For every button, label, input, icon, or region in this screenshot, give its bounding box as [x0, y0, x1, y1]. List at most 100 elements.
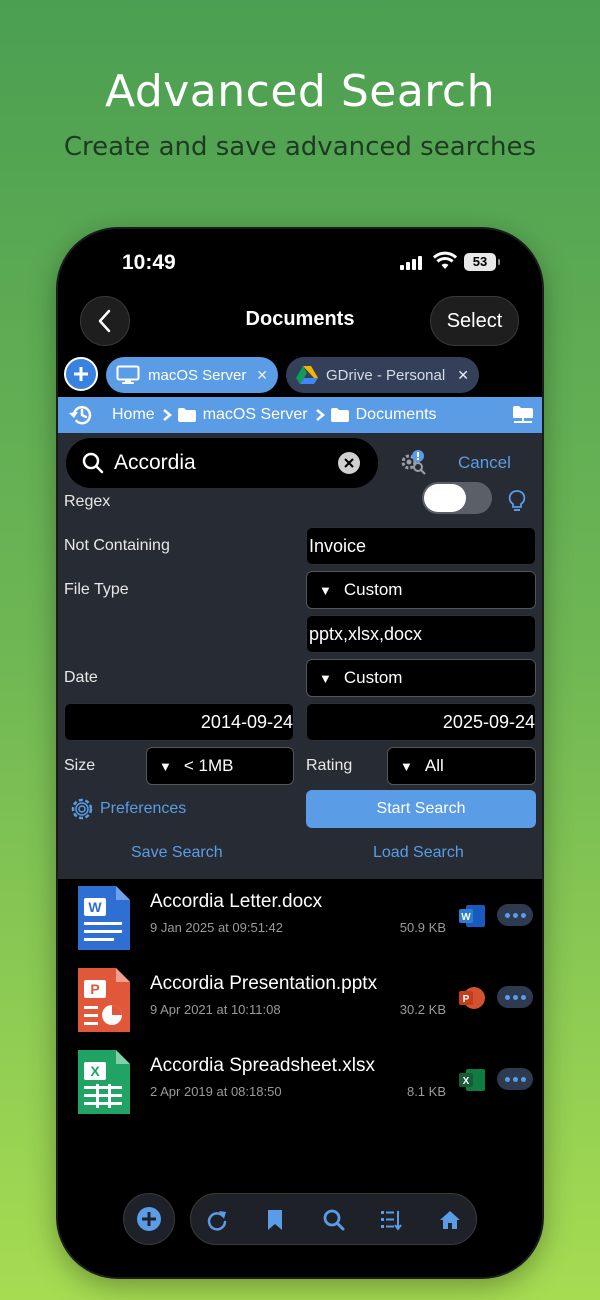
svg-text:P: P	[90, 981, 99, 997]
rating-value: All	[424, 756, 444, 775]
file-extensions-field[interactable]: pptx,xlsx,docx	[306, 615, 536, 653]
svg-text:W: W	[88, 899, 102, 915]
size-label: Size	[64, 757, 96, 774]
list-item[interactable]: P Accordia Presentation.pptx 9 Apr 2021 …	[58, 961, 542, 1043]
clear-search-button[interactable]	[338, 452, 360, 474]
add-button[interactable]	[123, 1193, 175, 1245]
start-search-button[interactable]: Start Search	[306, 790, 536, 828]
not-containing-label: Not Containing	[64, 537, 170, 554]
search-query: Accordia	[114, 451, 196, 474]
promo-title: Advanced Search	[105, 66, 495, 117]
plus-icon	[137, 1207, 161, 1231]
rating-select[interactable]: ▼ All	[387, 747, 536, 785]
more-options-button[interactable]	[497, 904, 533, 926]
select-button[interactable]: Select	[430, 296, 519, 346]
size-select[interactable]: ▼ < 1MB	[146, 747, 294, 785]
close-tab-icon[interactable]: ✕	[256, 367, 268, 384]
breadcrumb-documents[interactable]: Documents	[356, 406, 437, 424]
svg-text:X: X	[90, 1063, 100, 1079]
caret-down-icon: ▼	[159, 758, 172, 774]
svg-text:W: W	[461, 912, 471, 923]
not-containing-field[interactable]: Invoice	[306, 527, 536, 565]
google-drive-icon	[296, 366, 318, 384]
date-select[interactable]: ▼ Custom	[306, 659, 536, 697]
tab-label: macOS Server	[148, 366, 247, 384]
history-icon[interactable]	[68, 403, 94, 427]
file-type-select[interactable]: ▼ Custom	[306, 571, 536, 609]
home-icon[interactable]	[438, 1208, 462, 1232]
phone-screen: 10:49 53 Documents Select macOS Server ✕…	[58, 229, 542, 1277]
search-icon	[82, 452, 104, 474]
date-to-field[interactable]: 2025-09-24	[306, 703, 536, 741]
preferences-label: Preferences	[100, 800, 187, 817]
powerpoint-document-icon: P	[78, 968, 130, 1032]
cancel-button[interactable]: Cancel	[458, 453, 511, 473]
sort-icon[interactable]	[379, 1208, 403, 1232]
word-document-icon: W	[78, 886, 130, 950]
file-name: Accordia Presentation.pptx	[150, 973, 378, 994]
file-size: 50.9 KB	[399, 920, 446, 935]
battery-indicator: 53	[464, 253, 500, 271]
add-tab-button[interactable]	[64, 357, 98, 391]
svg-text:X: X	[463, 1076, 470, 1087]
gear-icon	[71, 798, 93, 820]
search-input[interactable]: Accordia	[66, 438, 378, 488]
file-name: Accordia Letter.docx	[150, 891, 323, 912]
toggle-knob	[424, 484, 466, 512]
size-value: < 1MB	[183, 756, 234, 775]
plus-icon	[74, 367, 88, 381]
excel-document-icon: X	[78, 1050, 130, 1114]
file-size: 30.2 KB	[399, 1002, 446, 1017]
more-options-button[interactable]	[497, 1068, 533, 1090]
powerpoint-app-icon: P	[459, 987, 485, 1009]
wifi-icon	[433, 251, 457, 269]
date-label: Date	[64, 669, 98, 686]
search-icon[interactable]	[322, 1208, 346, 1232]
folder-icon	[330, 408, 349, 422]
regex-toggle[interactable]	[422, 482, 492, 514]
refresh-icon[interactable]	[205, 1208, 229, 1232]
folder-icon	[177, 408, 196, 422]
monitor-icon	[116, 365, 140, 384]
svg-text:P: P	[463, 994, 470, 1005]
close-icon	[344, 458, 354, 468]
breadcrumb-macos-server[interactable]: macOS Server	[203, 406, 308, 424]
file-date: 2 Apr 2019 at 08:18:50	[150, 1084, 282, 1099]
file-date: 9 Apr 2021 at 10:11:08	[150, 1002, 281, 1017]
list-item[interactable]: X Accordia Spreadsheet.xlsx 2 Apr 2019 a…	[58, 1043, 542, 1125]
date-from-field[interactable]: 2014-09-24	[64, 703, 294, 741]
date-to-value: 2025-09-24	[442, 711, 535, 732]
tab-label: GDrive - Personal	[326, 366, 446, 384]
save-search-button[interactable]: Save Search	[131, 844, 223, 862]
date-from-value: 2014-09-24	[200, 711, 293, 732]
preferences-button[interactable]: Preferences	[68, 795, 186, 823]
date-value: Custom	[343, 668, 403, 687]
tab-gdrive-personal[interactable]: GDrive - Personal ✕	[286, 357, 479, 393]
word-app-icon: W	[459, 905, 485, 927]
regex-label: Regex	[64, 493, 111, 510]
caret-down-icon: ▼	[400, 758, 413, 774]
network-folder-icon[interactable]	[512, 405, 534, 425]
file-name: Accordia Spreadsheet.xlsx	[150, 1055, 375, 1076]
file-type-label: File Type	[64, 581, 129, 598]
search-settings-icon[interactable]	[398, 447, 428, 477]
clock: 10:49	[122, 251, 176, 274]
more-options-button[interactable]	[497, 986, 533, 1008]
tab-macos-server[interactable]: macOS Server ✕	[106, 357, 278, 393]
excel-app-icon: X	[459, 1069, 485, 1091]
list-item[interactable]: W Accordia Letter.docx 9 Jan 2025 at 09:…	[58, 879, 542, 961]
load-search-button[interactable]: Load Search	[373, 844, 464, 862]
file-extensions-value: pptx,xlsx,docx	[309, 623, 423, 644]
lightbulb-icon[interactable]	[508, 489, 526, 513]
bookmark-icon[interactable]	[265, 1208, 285, 1232]
status-bar: 10:49 53	[58, 229, 542, 289]
file-size: 8.1 KB	[406, 1084, 446, 1099]
breadcrumb-separator	[161, 407, 197, 423]
not-containing-value: Invoice	[309, 535, 367, 556]
bottom-toolbar	[190, 1193, 477, 1245]
chevron-right-icon	[162, 409, 172, 421]
close-tab-icon[interactable]: ✕	[457, 367, 469, 384]
file-date: 9 Jan 2025 at 09:51:42	[150, 920, 284, 935]
chevron-right-icon	[315, 409, 325, 421]
breadcrumb-home[interactable]: Home	[112, 406, 155, 424]
